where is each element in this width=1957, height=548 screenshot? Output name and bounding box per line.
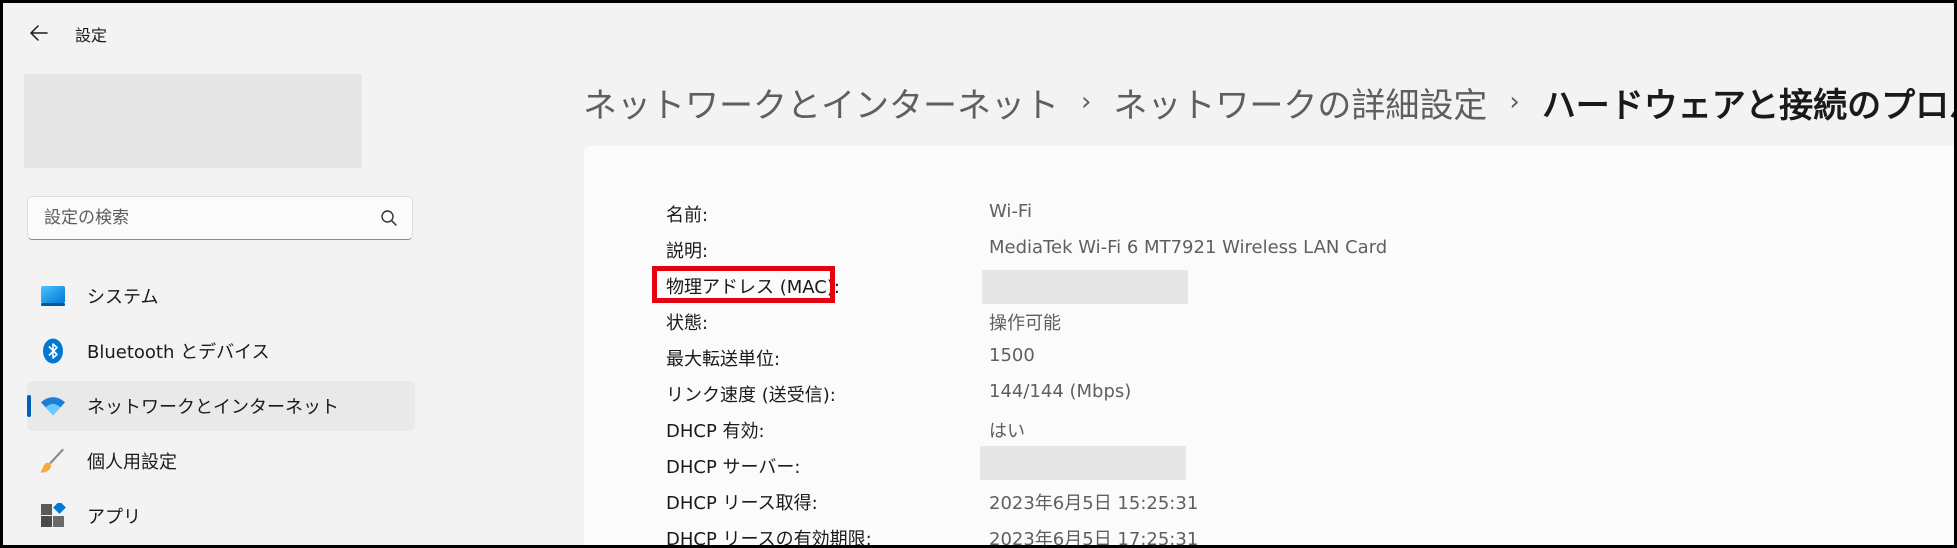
- breadcrumb-separator: ›: [1509, 87, 1520, 117]
- app-title: 設定: [75, 26, 108, 45]
- property-value: 2023年6月5日 15:25:31: [989, 493, 1199, 514]
- sidebar-item-personalization[interactable]: 個人用設定: [27, 436, 415, 486]
- title-bar: 設定: [3, 3, 1954, 63]
- breadcrumb-advanced-network[interactable]: ネットワークの詳細設定: [1113, 78, 1487, 127]
- property-row-lease-obtained: DHCP リース取得: 2023年6月5日 15:25:31: [666, 486, 1866, 518]
- property-value: はい: [989, 421, 1025, 442]
- brush-icon: [40, 448, 66, 474]
- sidebar-item-label: 個人用設定: [87, 452, 177, 473]
- sidebar-item-system[interactable]: システム: [27, 271, 415, 321]
- property-value: Wi-Fi: [989, 201, 1032, 222]
- property-value: 1500: [989, 345, 1035, 366]
- breadcrumb: ネットワークとインターネット › ネットワークの詳細設定 › ハードウェアと接続…: [583, 77, 1954, 127]
- search-box[interactable]: [27, 196, 413, 240]
- property-label: 最大転送単位:: [666, 349, 781, 370]
- account-avatar-redacted[interactable]: [24, 74, 362, 168]
- property-value: 2023年6月5日 17:25:31: [989, 529, 1199, 548]
- property-row-mtu: 最大転送単位: 1500: [666, 342, 1866, 374]
- property-label: DHCP 有効:: [666, 421, 765, 442]
- property-label: リンク速度 (送受信):: [666, 385, 836, 406]
- mac-address-highlight: [652, 266, 835, 303]
- property-row-dhcp-enabled: DHCP 有効: はい: [666, 414, 1866, 446]
- property-label: DHCP サーバー:: [666, 457, 801, 478]
- property-value: 144/144 (Mbps): [989, 381, 1132, 402]
- breadcrumb-separator: ›: [1081, 87, 1092, 117]
- property-label: 名前:: [666, 205, 709, 226]
- property-row-lease-expires: DHCP リースの有効期限: 2023年6月5日 17:25:31: [666, 522, 1866, 548]
- property-label: 状態:: [666, 313, 709, 334]
- property-row-status: 状態: 操作可能: [666, 306, 1866, 338]
- selection-indicator: [27, 395, 31, 417]
- property-row-description: 説明: MediaTek Wi-Fi 6 MT7921 Wireless LAN…: [666, 234, 1866, 266]
- sidebar-item-apps[interactable]: アプリ: [27, 491, 415, 541]
- sidebar-item-bluetooth[interactable]: Bluetooth とデバイス: [27, 326, 415, 376]
- page-title: ハードウェアと接続のプロパティ: [1541, 85, 1954, 126]
- property-row-link-speed: リンク速度 (送受信): 144/144 (Mbps): [666, 378, 1866, 410]
- settings-window: 設定 システム: [0, 0, 1957, 548]
- wifi-icon: [40, 393, 66, 419]
- property-label: DHCP リースの有効期限:: [666, 529, 872, 548]
- sidebar-item-label: システム: [87, 287, 159, 308]
- property-value: MediaTek Wi-Fi 6 MT7921 Wireless LAN Car…: [989, 237, 1388, 258]
- property-row-name: 名前: Wi-Fi: [666, 198, 1866, 230]
- sidebar-item-network[interactable]: ネットワークとインターネット: [27, 381, 415, 431]
- bluetooth-icon: [40, 338, 66, 364]
- redacted-mac-value: [982, 270, 1188, 304]
- breadcrumb-network-internet[interactable]: ネットワークとインターネット: [583, 78, 1059, 127]
- back-arrow-icon: [30, 25, 48, 41]
- sidebar-nav: システム Bluetooth とデバイス ネットワークとインターネット 個人用設…: [27, 271, 415, 545]
- property-row-dhcp-server: DHCP サーバー:: [666, 446, 1866, 482]
- sidebar-item-label: Bluetooth とデバイス: [87, 342, 270, 363]
- monitor-icon: [40, 283, 66, 309]
- property-value: 操作可能: [989, 313, 1061, 334]
- search-input[interactable]: [28, 197, 368, 239]
- properties-panel: 名前: Wi-Fi 説明: MediaTek Wi-Fi 6 MT7921 Wi…: [584, 146, 1954, 548]
- sidebar-item-label: ネットワークとインターネット: [87, 397, 339, 418]
- back-button[interactable]: [23, 17, 55, 49]
- property-row-mac-address: 物理アドレス (MAC):: [666, 270, 1866, 304]
- redacted-dhcp-server-value: [980, 446, 1186, 480]
- property-label: DHCP リース取得:: [666, 493, 818, 514]
- property-label: 説明:: [666, 241, 709, 262]
- sidebar-item-label: アプリ: [87, 507, 141, 528]
- apps-icon: [40, 503, 66, 529]
- search-icon[interactable]: [380, 209, 398, 227]
